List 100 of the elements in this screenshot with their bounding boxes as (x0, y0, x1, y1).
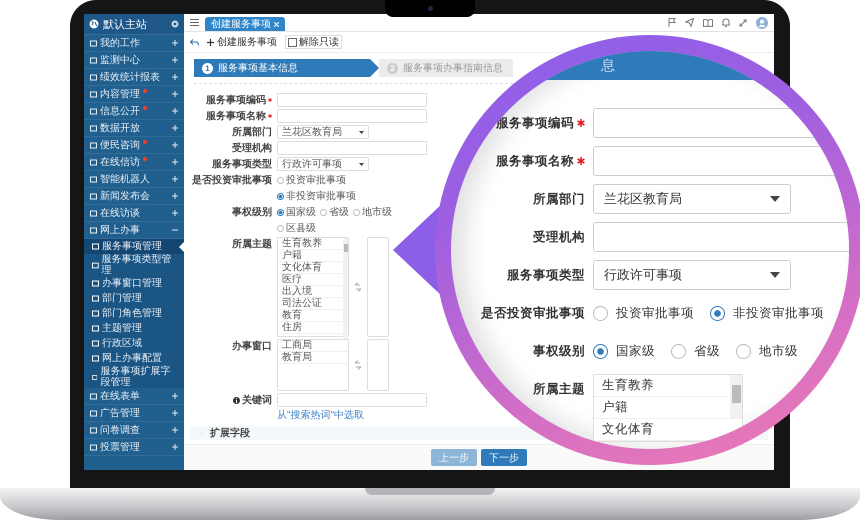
hint-link[interactable]: 从"搜索热词"中选取 (277, 408, 364, 422)
radio-button[interactable] (736, 344, 751, 358)
radio-button[interactable] (593, 344, 608, 358)
transfer-arrows-icon[interactable] (354, 282, 362, 292)
dropdown[interactable]: 兰花区教育局 (593, 184, 791, 214)
dropdown[interactable]: 行政许可事项 (277, 157, 369, 171)
close-icon[interactable] (274, 22, 279, 26)
sidebar-item[interactable]: 便民咨询 (84, 137, 184, 154)
radio-button[interactable] (277, 208, 284, 216)
menu-label: 服务事项管理 (102, 241, 162, 252)
text-field[interactable] (277, 109, 427, 123)
expand-icon[interactable] (172, 91, 178, 97)
list-item[interactable]: 工商局 (278, 340, 348, 352)
sidebar-item[interactable]: 问卷调查 (84, 422, 184, 439)
radio-label: 国家级 (286, 206, 316, 219)
sidebar-item[interactable]: 新闻发布会 (84, 188, 184, 205)
expand-icon[interactable] (172, 176, 178, 182)
checkbox[interactable] (288, 38, 297, 46)
list-box[interactable]: 生育教养 户籍 文化体育 医疗 出入境 司法公证 教育 住房 (277, 237, 349, 337)
radio-label: 投资审批事项 (616, 304, 694, 322)
menu-icon (92, 262, 99, 268)
submenu-item[interactable]: 服务事项类型管理 (84, 254, 184, 276)
sidebar-item[interactable]: 数据开放 (84, 120, 184, 137)
radio-button[interactable] (277, 176, 284, 184)
list-box[interactable]: 生育教养 户籍 文化体育 (593, 374, 743, 442)
menu-icon (90, 410, 97, 416)
expand-icon[interactable] (172, 57, 178, 63)
submenu-item[interactable]: 服务事项扩展字段管理 (84, 366, 184, 388)
expand-icon[interactable] (172, 444, 178, 450)
sidebar-item[interactable]: 广告管理 (84, 405, 184, 422)
list-item[interactable]: 文化体育 (594, 419, 730, 441)
fullscreen-icon[interactable] (739, 18, 747, 26)
sidebar-item[interactable]: 在线表单 (84, 388, 184, 405)
expand-icon[interactable] (172, 210, 178, 216)
expand-icon[interactable] (172, 193, 178, 199)
book-icon[interactable] (703, 18, 713, 26)
expand-icon[interactable] (172, 393, 178, 399)
submenu-item[interactable]: 服务事项管理 (84, 239, 184, 254)
create-button[interactable]: 创建服务事项 (207, 35, 277, 49)
submenu-item[interactable]: 部门管理 (84, 291, 184, 306)
menu-icon[interactable] (190, 19, 199, 26)
plus-icon (207, 38, 214, 46)
expand-icon[interactable] (172, 40, 178, 46)
bell-icon[interactable] (722, 18, 730, 27)
step-tab[interactable]: 1 服务事项基本信息 (194, 59, 379, 77)
sidebar-item[interactable]: 内容管理 (84, 86, 184, 103)
text-field[interactable] (593, 222, 849, 252)
expand-icon[interactable] (172, 410, 178, 416)
back-icon[interactable] (190, 38, 199, 46)
menu-label: 内容管理 (100, 88, 140, 101)
field-label: 受理机构 (533, 228, 585, 246)
radio-button[interactable] (320, 208, 327, 216)
sidebar-item[interactable]: 我的工作 (84, 35, 184, 52)
text-field[interactable] (277, 141, 427, 155)
sidebar-item[interactable]: 在线访谈 (84, 205, 184, 222)
scrollbar[interactable] (730, 375, 742, 419)
submenu-item[interactable]: 网上办事配置 (84, 351, 184, 366)
text-field[interactable] (277, 93, 427, 107)
sidebar-item[interactable]: 投票管理 (84, 439, 184, 456)
sidebar-item[interactable]: 智能机器人 (84, 171, 184, 188)
sidebar-item[interactable]: 信息公开 (84, 103, 184, 120)
radio-button[interactable] (593, 306, 608, 320)
submenu-item[interactable]: 主题管理 (84, 321, 184, 336)
expand-icon[interactable] (172, 125, 178, 131)
menu-label: 服务事项扩展字段管理 (100, 366, 172, 388)
menu-label: 绩效统计报表 (100, 70, 160, 84)
menu-icon (92, 280, 99, 287)
radio-button[interactable] (671, 344, 686, 358)
radio-button[interactable] (353, 208, 360, 216)
expand-icon[interactable] (172, 74, 178, 80)
expand-icon[interactable] (172, 159, 178, 165)
sidebar-item[interactable]: 绩效统计报表 (84, 69, 184, 86)
submenu-item[interactable]: 行政区域 (84, 336, 184, 351)
settings-icon[interactable] (171, 20, 179, 28)
menu-label: 新闻发布会 (100, 190, 150, 203)
transfer-arrows-icon[interactable] (354, 360, 362, 370)
text-field[interactable] (277, 393, 427, 407)
next-button[interactable]: 下一步 (481, 449, 527, 466)
collapse-icon[interactable] (172, 227, 178, 233)
expand-icon[interactable] (172, 142, 178, 148)
list-item[interactable]: 教育局 (278, 352, 348, 364)
menu-label: 办事窗口管理 (102, 278, 162, 289)
expand-icon[interactable] (172, 427, 178, 433)
submenu-item[interactable]: 办事窗口管理 (84, 276, 184, 291)
field-label: 事权级别 (232, 206, 272, 219)
menu-icon (90, 210, 97, 216)
scrollbar[interactable] (343, 238, 348, 342)
radio-button[interactable] (277, 224, 284, 232)
submenu-item[interactable]: 部门角色管理 (84, 306, 184, 321)
flag-icon[interactable] (668, 18, 676, 27)
send-icon[interactable] (685, 18, 694, 27)
sidebar-item[interactable]: 在线信访 (84, 154, 184, 171)
tab[interactable]: 创建服务事项 (205, 17, 285, 31)
expand-icon[interactable] (172, 108, 178, 114)
radio-button[interactable] (710, 306, 725, 320)
dropdown[interactable]: 兰花区教育局 (277, 125, 369, 139)
radio-button[interactable] (277, 192, 284, 200)
sidebar-item[interactable]: 监测中心 (84, 52, 184, 69)
dropdown[interactable]: 行政许可事项 (593, 260, 791, 290)
list-box[interactable]: 工商局 教育局 (277, 339, 349, 391)
